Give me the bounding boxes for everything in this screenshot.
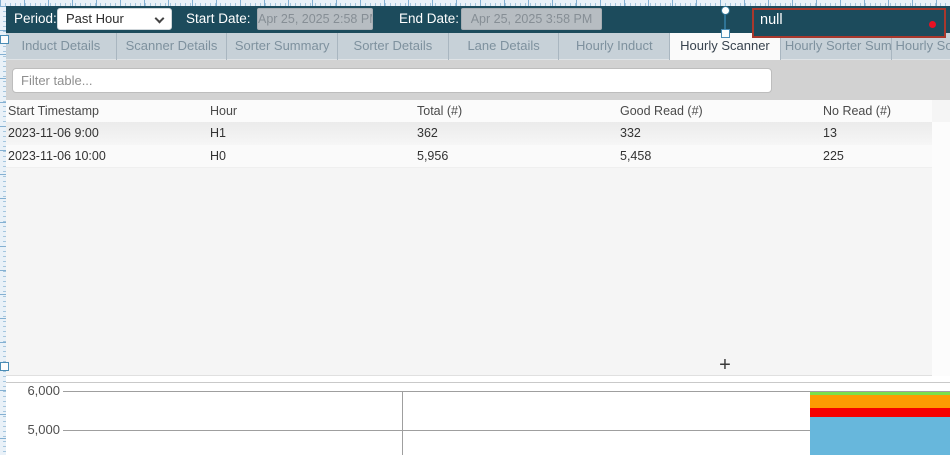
error-dot-icon bbox=[929, 21, 936, 28]
y-axis-tick-6000: 6,000 bbox=[8, 384, 60, 398]
tab-lane-details[interactable]: Lane Details bbox=[449, 33, 560, 60]
tab-scanner-details[interactable]: Scanner Details bbox=[117, 33, 228, 60]
cell-total: 362 bbox=[417, 122, 438, 145]
cell-hour: H0 bbox=[210, 145, 226, 168]
selection-handle-circle[interactable] bbox=[721, 6, 730, 15]
chevron-down-icon bbox=[155, 14, 165, 24]
period-label: Period: bbox=[14, 5, 57, 33]
table-row[interactable]: 2023-11-06 10:00 H0 5,956 5,458 225 bbox=[6, 145, 932, 168]
cell-hour: H1 bbox=[210, 122, 226, 145]
stacked-bar-h0[interactable] bbox=[810, 392, 950, 455]
tab-hourly-induct[interactable]: Hourly Induct bbox=[559, 33, 670, 60]
col-total[interactable]: Total (#) bbox=[417, 100, 462, 122]
col-hour[interactable]: Hour bbox=[210, 100, 237, 122]
selection-handle-line bbox=[724, 14, 726, 30]
bar-segment-no-read[interactable] bbox=[810, 408, 950, 417]
horizontal-ruler bbox=[0, 0, 950, 6]
category-divider-line bbox=[402, 391, 403, 455]
hourly-scanner-chart: 6,000 5,000 bbox=[0, 383, 950, 455]
dashboard-designer-canvas: Period: Past Hour Start Date: End Date: … bbox=[0, 0, 950, 455]
bar-segment-orange[interactable] bbox=[810, 395, 950, 408]
cell-start-timestamp: 2023-11-06 10:00 bbox=[8, 145, 106, 168]
null-value-text: null bbox=[760, 12, 783, 28]
cell-start-timestamp: 2023-11-06 9:00 bbox=[8, 122, 99, 145]
hourly-scanner-table: Start Timestamp Hour Total (#) Good Read… bbox=[6, 100, 950, 376]
col-good-read[interactable]: Good Read (#) bbox=[620, 100, 703, 122]
selection-handle-left-bottom[interactable] bbox=[0, 362, 9, 371]
start-date-input[interactable] bbox=[257, 8, 373, 30]
tab-induct-details[interactable]: Induct Details bbox=[6, 33, 117, 60]
table-row[interactable]: 2023-11-06 9:00 H1 362 332 13 bbox=[6, 122, 932, 145]
vertical-ruler bbox=[0, 6, 6, 455]
cell-no-read: 225 bbox=[823, 145, 844, 168]
tab-sorter-summary[interactable]: Sorter Summary bbox=[227, 33, 338, 60]
end-date-input[interactable] bbox=[461, 8, 602, 30]
col-no-read[interactable]: No Read (#) bbox=[823, 100, 891, 122]
cell-good-read: 5,458 bbox=[620, 145, 651, 168]
table-right-gutter bbox=[932, 122, 950, 376]
filter-table-input[interactable] bbox=[12, 68, 772, 93]
cell-good-read: 332 bbox=[620, 122, 641, 145]
plus-icon[interactable]: + bbox=[713, 354, 737, 376]
selection-handle-left-top[interactable] bbox=[0, 35, 9, 44]
filter-bar bbox=[6, 60, 950, 100]
start-date-label: Start Date: bbox=[186, 5, 251, 33]
tab-sorter-details[interactable]: Sorter Details bbox=[338, 33, 449, 60]
col-start-timestamp[interactable]: Start Timestamp bbox=[8, 100, 99, 122]
selection-handle-square[interactable] bbox=[721, 29, 730, 38]
period-selected-value: Past Hour bbox=[66, 11, 124, 26]
null-value-field[interactable]: null bbox=[752, 8, 946, 38]
period-select[interactable]: Past Hour bbox=[57, 8, 172, 30]
end-date-label: End Date: bbox=[399, 5, 459, 33]
cell-no-read: 13 bbox=[823, 122, 837, 145]
y-axis-tick-5000: 5,000 bbox=[8, 423, 60, 437]
bar-segment-good-read[interactable] bbox=[810, 417, 950, 455]
table-header-row: Start Timestamp Hour Total (#) Good Read… bbox=[6, 100, 932, 122]
cell-total: 5,956 bbox=[417, 145, 448, 168]
